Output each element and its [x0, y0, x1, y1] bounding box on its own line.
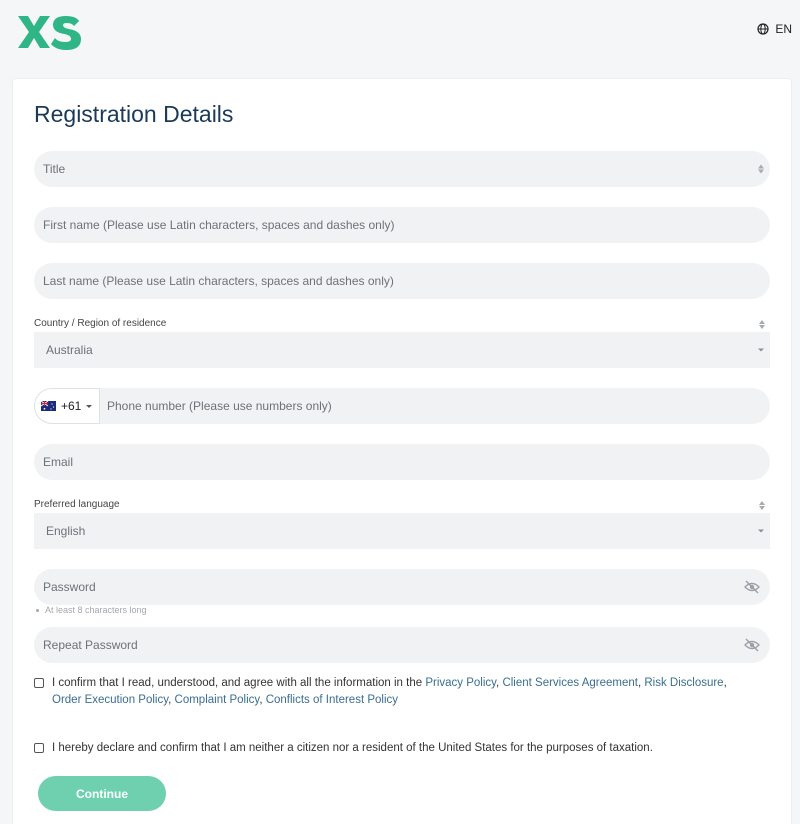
globe-icon [757, 23, 769, 35]
country-select[interactable]: Australia [34, 332, 770, 368]
first-name-input[interactable]: First name (Please use Latin characters,… [34, 207, 770, 243]
privacy-policy-link[interactable]: Privacy Policy [425, 677, 496, 689]
australia-flag-icon [41, 401, 56, 411]
chevron-down-icon [758, 529, 764, 533]
repeat-password-input[interactable]: Repeat Password [34, 627, 770, 663]
last-name-input[interactable]: Last name (Please use Latin characters, … [34, 263, 770, 299]
preferred-language-value: English [46, 524, 86, 538]
eye-slash-icon[interactable] [744, 638, 760, 652]
client-services-agreement-link[interactable]: Client Services Agreement [502, 677, 638, 689]
language-code: EN [775, 22, 792, 36]
phone-field: +61 Phone number (Please use numbers onl… [34, 388, 770, 424]
email-placeholder: Email [43, 455, 74, 469]
password-placeholder: Password [43, 580, 96, 594]
phone-code: +61 [61, 399, 82, 413]
conflicts-of-interest-policy-link[interactable]: Conflicts of Interest Policy [266, 694, 398, 706]
country-label: Country / Region of residence [34, 318, 167, 329]
country-arrows-icon [759, 320, 765, 329]
chevron-down-icon [758, 348, 764, 352]
phone-country-code-select[interactable]: +61 [34, 388, 100, 424]
risk-disclosure-link[interactable]: Risk Disclosure [644, 677, 723, 689]
chevron-down-icon [86, 404, 93, 408]
preferred-language-select[interactable]: English [34, 513, 770, 549]
complaint-policy-link[interactable]: Complaint Policy [175, 694, 260, 706]
password-hint-text: At least 8 characters long [45, 605, 147, 615]
agreement-text-lead: I confirm that I read, understood, and a… [52, 677, 426, 689]
phone-input[interactable]: Phone number (Please use numbers only) [107, 399, 332, 413]
country-value: Australia [46, 343, 93, 357]
preferred-language-label: Preferred language [34, 499, 120, 510]
continue-button[interactable]: Continue [38, 776, 166, 811]
title-select[interactable]: Title [34, 151, 770, 187]
language-selector[interactable]: EN [757, 22, 792, 36]
registration-card: Registration Details Title First name (P… [12, 78, 792, 824]
separator: , [723, 677, 727, 689]
password-hint: At least 8 characters long [36, 605, 147, 615]
order-execution-policy-link[interactable]: Order Execution Policy [52, 694, 168, 706]
tax-declaration-text: I hereby declare and confirm that I am n… [52, 742, 653, 754]
language-arrows-icon [759, 501, 765, 510]
email-input[interactable]: Email [34, 444, 770, 480]
agreement-checkbox[interactable] [34, 678, 44, 688]
password-input[interactable]: Password [34, 569, 770, 605]
agreement-text: I confirm that I read, understood, and a… [52, 675, 750, 709]
page-title: Registration Details [34, 101, 234, 127]
select-arrows-icon [758, 164, 764, 174]
tax-declaration-row: I hereby declare and confirm that I am n… [34, 740, 750, 757]
last-name-placeholder: Last name (Please use Latin characters, … [43, 274, 394, 288]
tax-declaration-checkbox[interactable] [34, 743, 44, 753]
title-placeholder: Title [43, 162, 66, 176]
eye-slash-icon[interactable] [744, 580, 760, 594]
repeat-password-placeholder: Repeat Password [43, 638, 138, 652]
agreement-row: I confirm that I read, understood, and a… [34, 675, 750, 709]
xs-logo[interactable] [16, 12, 82, 52]
first-name-placeholder: First name (Please use Latin characters,… [43, 218, 395, 232]
